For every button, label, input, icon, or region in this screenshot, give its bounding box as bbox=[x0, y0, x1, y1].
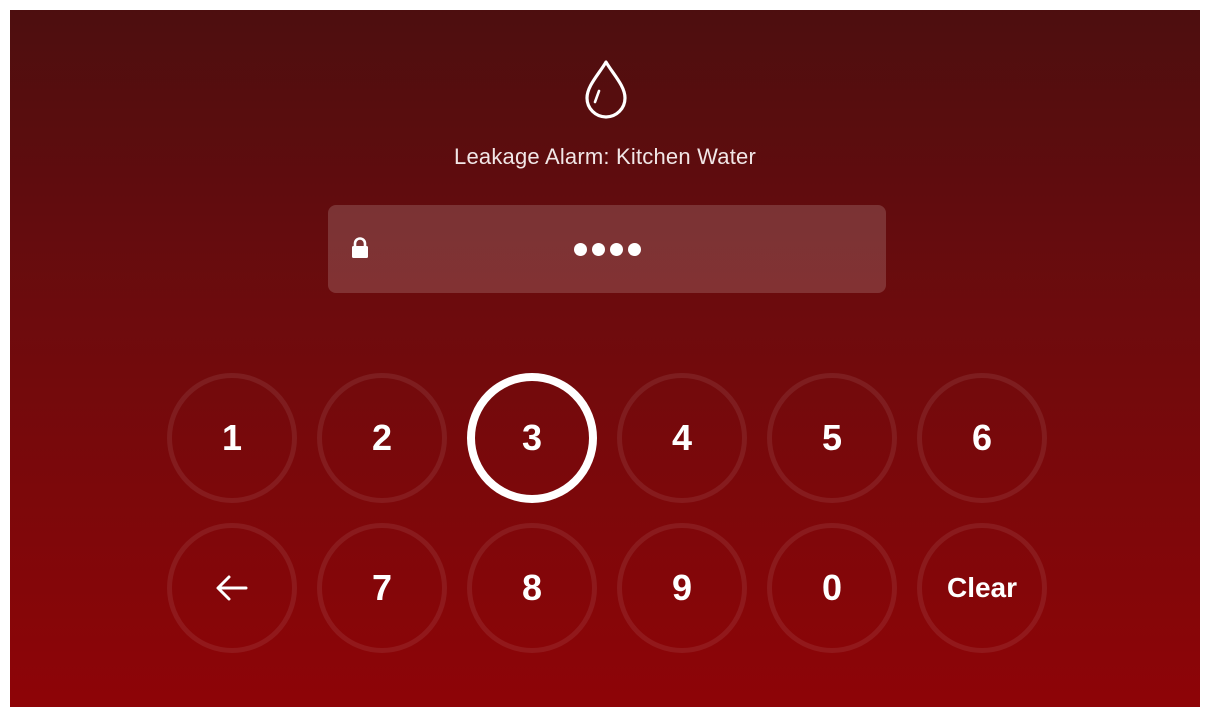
key-label: 5 bbox=[821, 417, 843, 458]
pin-dot bbox=[573, 242, 587, 256]
key-9[interactable]: 9 bbox=[617, 523, 747, 653]
pin-dots bbox=[328, 205, 886, 293]
key-2[interactable]: 2 bbox=[317, 373, 447, 503]
backspace-button[interactable] bbox=[167, 523, 297, 653]
key-7[interactable]: 7 bbox=[317, 523, 447, 653]
key-label: 3 bbox=[521, 417, 543, 458]
key-1[interactable]: 1 bbox=[167, 373, 297, 503]
arrow-left-icon bbox=[216, 575, 248, 601]
key-label: 2 bbox=[371, 417, 393, 458]
lock-screen: Leakage Alarm: Kitchen Water 1 2 3 4 5 6… bbox=[10, 10, 1200, 707]
pin-dot bbox=[609, 242, 623, 256]
pin-dot bbox=[591, 242, 605, 256]
key-0[interactable]: 0 bbox=[767, 523, 897, 653]
pin-dot bbox=[627, 242, 641, 256]
key-label: 8 bbox=[521, 567, 543, 608]
key-label: 1 bbox=[221, 417, 243, 458]
clear-label: Clear bbox=[946, 572, 1018, 603]
key-label: 7 bbox=[371, 567, 393, 608]
clear-button[interactable]: Clear bbox=[917, 523, 1047, 653]
key-label: 6 bbox=[971, 417, 993, 458]
key-8[interactable]: 8 bbox=[467, 523, 597, 653]
water-drop-icon bbox=[585, 60, 627, 119]
key-label: 0 bbox=[821, 567, 843, 608]
key-4[interactable]: 4 bbox=[617, 373, 747, 503]
pin-field[interactable] bbox=[328, 205, 886, 293]
key-6[interactable]: 6 bbox=[917, 373, 1047, 503]
alarm-title: Leakage Alarm: Kitchen Water bbox=[454, 144, 756, 169]
key-label: 9 bbox=[671, 567, 693, 608]
key-3[interactable]: 3 bbox=[467, 373, 597, 503]
key-label: 4 bbox=[671, 417, 693, 458]
key-5[interactable]: 5 bbox=[767, 373, 897, 503]
